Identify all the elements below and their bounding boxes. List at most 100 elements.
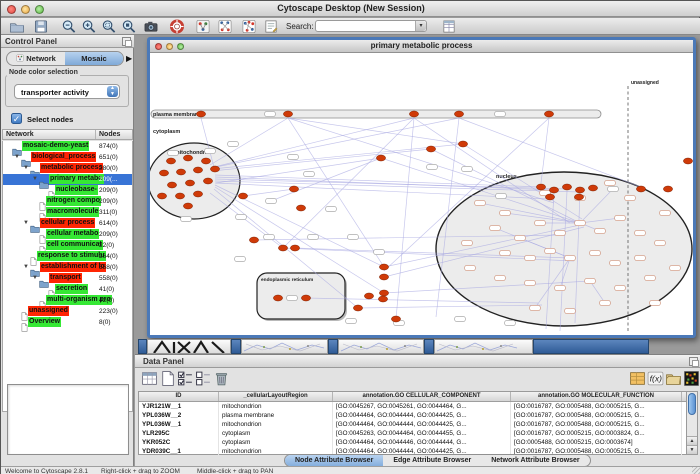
network-node[interactable] [249,237,258,243]
network-node[interactable] [278,245,287,251]
expander-icon[interactable]: ▼ [32,174,39,185]
node-label-pill[interactable] [555,285,566,290]
tab-network-attribute-browser[interactable]: Network Attribute Browser [481,455,589,466]
node-label-pill[interactable] [265,111,276,116]
node-label-pill[interactable] [635,230,646,235]
minimized-window-preview[interactable] [434,339,533,354]
save-session-icon[interactable] [33,19,49,34]
save-attributes-icon[interactable] [441,19,457,34]
node-label-pill[interactable] [525,255,536,260]
zoom-out-icon[interactable] [61,19,77,34]
node-label-pill[interactable] [346,318,357,323]
expander-icon[interactable]: ▼ [23,218,30,229]
network-node[interactable] [167,182,176,188]
search-input[interactable]: ▾ [315,20,427,32]
network-node[interactable] [157,193,166,199]
float-data-panel-icon[interactable] [689,357,698,366]
node-label-pill[interactable] [650,300,661,305]
network-node[interactable] [193,167,202,173]
node-color-dropdown[interactable]: transporter activity ▲▼ [14,84,120,99]
node-label-pill[interactable] [495,275,506,280]
network-node[interactable] [379,290,388,296]
tree-item[interactable]: multi-organism pro42(0) [3,295,132,306]
column-header[interactable]: annotation.GO MOLECULAR_FUNCTION [511,392,682,401]
tree-item[interactable]: response to stimulu264(0) [3,251,132,262]
column-header[interactable]: ID [139,392,219,401]
network-node[interactable] [196,111,205,117]
network-edge[interactable] [212,149,431,171]
new-attribute-icon[interactable] [159,370,176,387]
expander-icon[interactable]: ▼ [14,152,21,163]
float-panel-icon[interactable] [122,37,131,46]
network-node[interactable] [562,184,571,190]
network-graph[interactable]: plasma membranecytoplasmmitochondrionnuc… [150,53,693,335]
network-node[interactable] [296,205,305,211]
node-label-pill[interactable] [655,240,666,245]
tree-item[interactable]: macromolecule311(0) [3,207,132,218]
node-label-pill[interactable] [308,234,319,239]
tree-item[interactable]: ▼transport558(0) [3,273,132,284]
node-label-pill[interactable] [515,235,526,240]
network-node[interactable] [166,158,175,164]
network-node[interactable] [588,185,597,191]
node-label-pill[interactable] [181,216,192,221]
node-label-pill[interactable] [205,148,216,153]
scroll-down-icon[interactable]: ▼ [687,445,697,454]
network-node[interactable] [409,111,418,117]
node-label-pill[interactable] [374,249,385,254]
network-node[interactable] [183,155,192,161]
node-label-pill[interactable] [608,186,619,191]
network-node[interactable] [159,170,168,176]
node-label-pill[interactable] [670,265,681,270]
tree-item[interactable]: ▼metabolic process280(0) [3,163,132,174]
minimized-window-bar[interactable] [424,339,434,354]
tree-item[interactable]: cellular metabo209(0) [3,229,132,240]
node-label-pill[interactable] [575,220,586,225]
tab-mosaic[interactable]: Mosaic [65,52,123,65]
network-node[interactable] [574,194,583,200]
network-node[interactable] [544,111,553,117]
network-node[interactable] [185,180,194,186]
attribute-table-icon[interactable] [629,370,646,387]
network-edge[interactable] [210,118,288,165]
node-label-pill[interactable] [326,206,337,211]
node-label-pill[interactable] [610,260,621,265]
column-header[interactable]: _cellularLayoutRegion [219,392,333,401]
column-header[interactable]: annotation.GO CELLULAR_COMPONENT [333,392,511,401]
heatmap-icon[interactable] [683,370,700,387]
expander-icon[interactable]: ▼ [23,262,30,273]
network-node[interactable] [545,194,554,200]
node-label-pill[interactable] [427,164,438,169]
function-builder-icon[interactable]: f(x) [647,370,664,387]
node-label-pill[interactable] [266,198,277,203]
network-node[interactable] [238,193,247,199]
network-node[interactable] [536,184,545,190]
tree-item[interactable]: mosaic-demo-yeast874(0) [3,141,132,152]
node-label-pill[interactable] [565,308,576,313]
network-node[interactable] [175,193,184,199]
node-label-pill[interactable] [600,300,611,305]
expander-icon[interactable]: ▼ [23,163,30,174]
tab-scroll-arrow-icon[interactable]: ▶ [126,54,132,63]
node-label-pill[interactable] [475,200,486,205]
network-node[interactable] [273,295,282,301]
network-node[interactable] [683,158,692,164]
node-label-pill[interactable] [235,256,246,261]
tree-header-network[interactable]: Network [3,130,96,139]
node-label-pill[interactable] [505,320,516,325]
network-edge[interactable] [288,118,384,267]
node-label-pill[interactable] [660,210,671,215]
tree-item[interactable]: ▼biological_process651(0) [3,152,132,163]
node-label-pill[interactable] [535,220,546,225]
network-node[interactable] [379,274,388,280]
network-canvas[interactable]: plasma membranecytoplasmmitochondrionnuc… [150,53,693,335]
layout-red-icon[interactable] [217,19,233,34]
node-label-pill[interactable] [545,248,556,253]
annotation-icon[interactable] [263,19,279,34]
zoom-selected-icon[interactable] [101,19,117,34]
network-node[interactable] [301,295,310,301]
snapshot-icon[interactable] [143,19,159,34]
search-dropdown-arrow[interactable]: ▾ [415,21,426,31]
minimized-window-bar[interactable] [328,339,338,354]
node-label-pill[interactable] [585,278,596,283]
